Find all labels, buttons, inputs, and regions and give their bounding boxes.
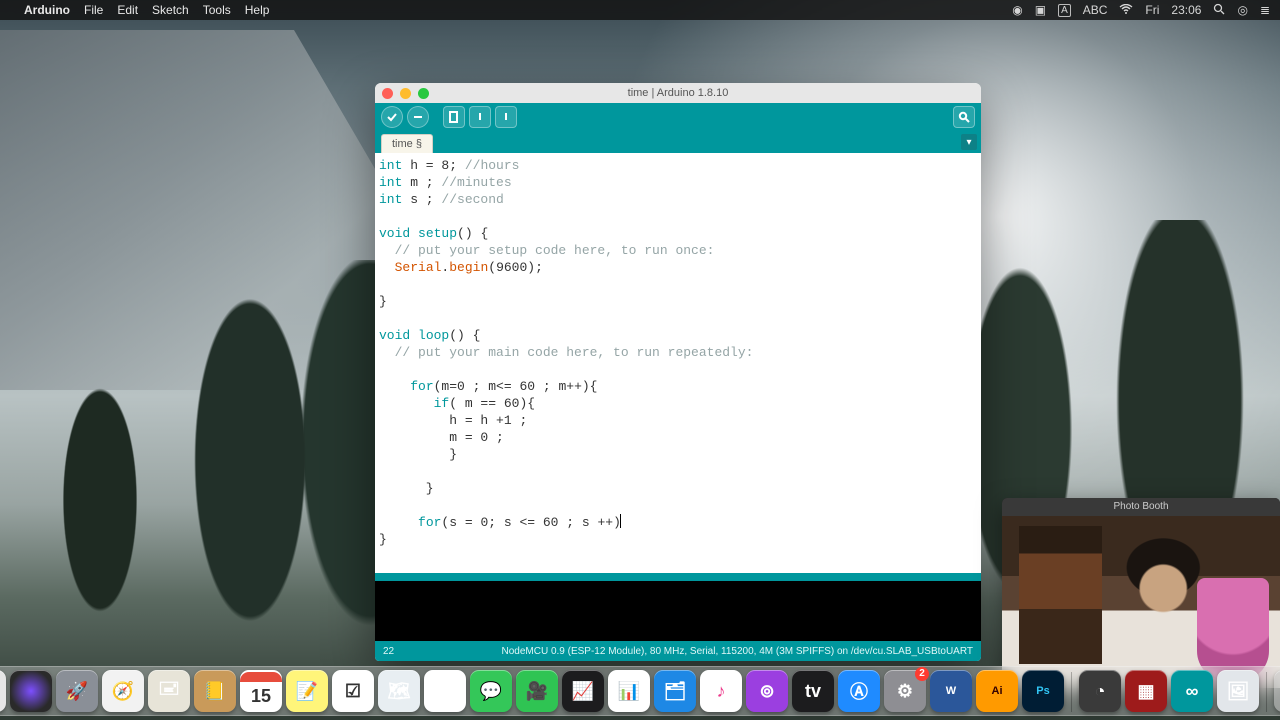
dock-keynote-icon[interactable]: 🗂 [654, 670, 696, 712]
menu-edit[interactable]: Edit [117, 3, 138, 17]
save-sketch-button[interactable] [495, 106, 517, 128]
dock-podcasts-icon[interactable]: ⊚ [746, 670, 788, 712]
photobooth-title: Photo Booth [1002, 498, 1280, 516]
dock-preview-icon[interactable]: 🖼 [1217, 670, 1259, 712]
language-indicator[interactable]: ABC [1083, 3, 1108, 17]
macos-dock: 🚀 🧭 🖃 📒 MAY15 📝 ☑ 🗺 🏵 💬 🎥 📈 📊 🗂 ♪ ⊚ tv Ⓐ… [0, 666, 1280, 716]
dock-notes-icon[interactable]: 📝 [286, 670, 328, 712]
window-zoom-button[interactable] [418, 88, 429, 99]
dock-mail-icon[interactable]: 🖃 [148, 670, 190, 712]
code-editor[interactable]: int h = 8; //hours int m ; //minutes int… [375, 153, 981, 573]
menubar-app-name[interactable]: Arduino [24, 3, 70, 17]
status-board-info: NodeMCU 0.9 (ESP-12 Module), 80 MHz, Ser… [502, 646, 974, 657]
record-status-icon[interactable]: ◉ [1012, 3, 1022, 17]
dock-maps-icon[interactable]: 🗺 [378, 670, 420, 712]
dock-itunes-icon[interactable]: ♪ [700, 670, 742, 712]
window-minimize-button[interactable] [400, 88, 411, 99]
dock-safari-icon[interactable]: 🧭 [102, 670, 144, 712]
menubar-time[interactable]: 23:06 [1171, 3, 1201, 17]
dock-separator [1071, 672, 1072, 712]
photobooth-video-feed [1002, 516, 1280, 688]
dock-stocks-icon[interactable]: 📈 [562, 670, 604, 712]
sketch-tab-time[interactable]: time § [381, 134, 433, 153]
screen-mirror-icon[interactable]: ▣ [1035, 3, 1046, 17]
input-source-icon[interactable]: A [1058, 4, 1071, 17]
menubar-day[interactable]: Fri [1145, 3, 1159, 17]
wallpaper-trees-left [0, 260, 420, 680]
dock-trash-icon[interactable]: 🗑 [1274, 670, 1280, 712]
macos-menubar: Arduino File Edit Sketch Tools Help ◉ ▣ … [0, 0, 1280, 20]
menu-sketch[interactable]: Sketch [152, 3, 189, 17]
open-sketch-button[interactable] [469, 106, 491, 128]
dock-contacts-icon[interactable]: 📒 [194, 670, 236, 712]
verify-button[interactable] [381, 106, 403, 128]
dock-photos-icon[interactable]: 🏵 [424, 670, 466, 712]
tab-menu-button[interactable]: ▾ [961, 134, 977, 150]
prefs-badge: 2 [915, 667, 929, 681]
window-title: time | Arduino 1.8.10 [628, 87, 729, 99]
dock-appstore-icon[interactable]: Ⓐ [838, 670, 880, 712]
dock-messages-icon[interactable]: 💬 [470, 670, 512, 712]
dock-finder-icon[interactable] [0, 670, 6, 712]
upload-button[interactable] [407, 106, 429, 128]
new-sketch-button[interactable] [443, 106, 465, 128]
spotlight-icon[interactable] [1213, 3, 1225, 18]
dock-system-preferences-icon[interactable]: ⚙2 [884, 670, 926, 712]
wifi-icon[interactable] [1119, 3, 1133, 17]
dock-separator-2 [1266, 672, 1267, 712]
output-console[interactable] [375, 581, 981, 641]
dock-app-red-icon[interactable]: ▦ [1125, 670, 1167, 712]
dock-siri-icon[interactable] [10, 670, 52, 712]
editor-console-divider[interactable] [375, 573, 981, 581]
dock-obs-icon[interactable]: ◔ [1079, 670, 1121, 712]
control-center-icon[interactable]: ◎ [1237, 3, 1247, 17]
menu-help[interactable]: Help [245, 3, 270, 17]
arduino-toolbar [375, 103, 981, 131]
text-cursor [620, 514, 621, 528]
status-line-number: 22 [383, 646, 394, 657]
status-bar: 22 NodeMCU 0.9 (ESP-12 Module), 80 MHz, … [375, 641, 981, 661]
menu-tools[interactable]: Tools [203, 3, 231, 17]
photobooth-window[interactable]: Photo Booth [1002, 498, 1280, 688]
sketch-tab-bar: time § ▾ [375, 131, 981, 153]
dock-numbers-icon[interactable]: 📊 [608, 670, 650, 712]
dock-word-icon[interactable]: W [930, 670, 972, 712]
dock-photoshop-icon[interactable]: Ps [1022, 670, 1064, 712]
dock-arduino-icon[interactable]: ∞ [1171, 670, 1213, 712]
arduino-ide-window: time | Arduino 1.8.10 time § ▾ int h = 8… [375, 83, 981, 661]
dock-illustrator-icon[interactable]: Ai [976, 670, 1018, 712]
dock-tv-icon[interactable]: tv [792, 670, 834, 712]
dock-calendar-icon[interactable]: MAY15 [240, 670, 282, 712]
dock-facetime-icon[interactable]: 🎥 [516, 670, 558, 712]
window-titlebar[interactable]: time | Arduino 1.8.10 [375, 83, 981, 103]
menu-file[interactable]: File [84, 3, 103, 17]
dock-reminders-icon[interactable]: ☑ [332, 670, 374, 712]
notification-center-icon[interactable]: ≣ [1260, 3, 1270, 17]
serial-monitor-button[interactable] [953, 106, 975, 128]
dock-launchpad-icon[interactable]: 🚀 [56, 670, 98, 712]
window-close-button[interactable] [382, 88, 393, 99]
